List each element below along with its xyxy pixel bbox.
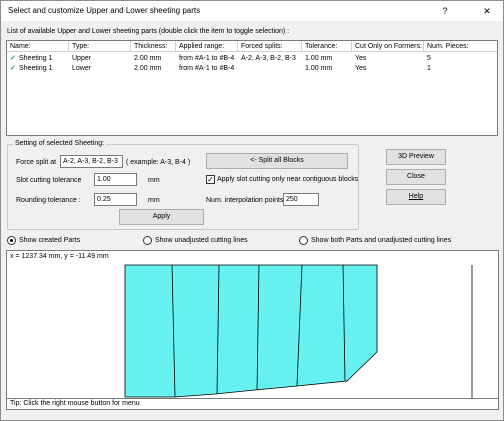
force-split-input[interactable]: A-2, A-3, B-2, B-3 [60, 155, 123, 168]
column-header-type[interactable]: Type: [69, 41, 131, 52]
row-cell: 2.00 mm [134, 55, 162, 62]
close-button[interactable]: Close [386, 169, 446, 185]
sheeting-parts-list[interactable]: Name: Type: Thickness: Applied range: Fo… [6, 40, 498, 136]
slot-tolerance-label: Slot cutting tolerance [16, 177, 82, 184]
rounding-tolerance-unit: mm [148, 197, 160, 204]
force-split-example: ( example: A-3, B-4 ) [126, 159, 191, 166]
column-header-name[interactable]: Name: [7, 41, 69, 52]
row-cell: from #A-1 to #B-4 [179, 65, 235, 72]
help-button[interactable]: Help [386, 189, 446, 205]
status-bar: Tip: Click the right mouse button for me… [6, 398, 499, 410]
num-interpolation-input[interactable]: 250 [283, 193, 319, 206]
sheeting-parts [124, 264, 378, 398]
num-interpolation-label: Num. interpolation points : [206, 197, 288, 204]
settings-group-title: Setting of selected Sheeting: [13, 140, 107, 147]
row-cell: 1 [427, 65, 431, 72]
help-title-button[interactable]: ? [431, 3, 459, 19]
row-cell: A-2, A-3, B-2, B-3 [241, 55, 296, 62]
sheeting-part-outline [124, 264, 378, 398]
list-caption: List of available Upper and Lower sheeti… [7, 28, 290, 35]
row-cell: 1.00 mm [305, 65, 333, 72]
parts-canvas[interactable]: x = 1237.34 mm, y = -11.49 mm [6, 250, 499, 408]
check-icon: ✓ [10, 55, 16, 62]
apply-slot-label: Apply slot cutting only near contiguous … [217, 176, 359, 183]
show-both-radio[interactable] [299, 236, 308, 245]
row-cell: 5 [427, 55, 431, 62]
row-cell: Upper [72, 55, 92, 62]
check-icon: ✓ [10, 65, 16, 72]
dialog-window: Select and customize Upper and Lower she… [0, 0, 504, 421]
window-title: Select and customize Upper and Lower she… [8, 6, 201, 15]
column-header-range[interactable]: Applied range: [176, 41, 238, 52]
parts-drawing [124, 264, 473, 407]
row-cell: Sheeting 1 [19, 65, 53, 72]
row-cell: Yes [355, 65, 367, 72]
row-cell: from #A-1 to #B-4 [179, 55, 235, 62]
show-unadjusted-radio[interactable] [143, 236, 152, 245]
slot-tolerance-unit: mm [148, 177, 160, 184]
column-header-thickness[interactable]: Thickness: [131, 41, 176, 52]
apply-button[interactable]: Apply [119, 209, 204, 225]
show-created-radio[interactable] [7, 236, 16, 245]
row-cell: Yes [355, 55, 367, 62]
slot-tolerance-input[interactable]: 1.00 [94, 173, 137, 186]
row-cell: 2.00 mm [134, 65, 162, 72]
row-cell: Sheeting 1 [19, 55, 53, 62]
row-cell: Lower [72, 65, 92, 72]
force-split-label: Force split at [16, 159, 57, 166]
rounding-tolerance-label: Rounding tolerance : [16, 197, 81, 204]
3d-preview-button[interactable]: 3D Preview [386, 149, 446, 165]
split-all-blocks-button[interactable]: <- Split all Blocks [206, 153, 348, 169]
show-created-label: Show created Parts [19, 237, 81, 244]
apply-slot-checkbox[interactable]: ✓ [206, 175, 215, 184]
row-cell: 1.00 mm [305, 55, 333, 62]
close-title-button[interactable]: ✕ [473, 3, 501, 19]
column-header-cut-formers[interactable]: Cut Only on Formers: [352, 41, 424, 52]
show-unadjusted-label: Show unadjusted cutting lines [155, 237, 248, 244]
column-header-splits[interactable]: Forced splits: [238, 41, 302, 52]
title-bar: Select and customize Upper and Lower she… [1, 1, 503, 21]
show-both-label: Show both Parts and unadjusted cutting l… [311, 237, 452, 244]
rounding-tolerance-input[interactable]: 0.25 [94, 193, 137, 206]
column-header-num-pieces[interactable]: Num. Pieces: [424, 41, 497, 52]
column-header-tolerance[interactable]: Tolerance: [302, 41, 352, 52]
